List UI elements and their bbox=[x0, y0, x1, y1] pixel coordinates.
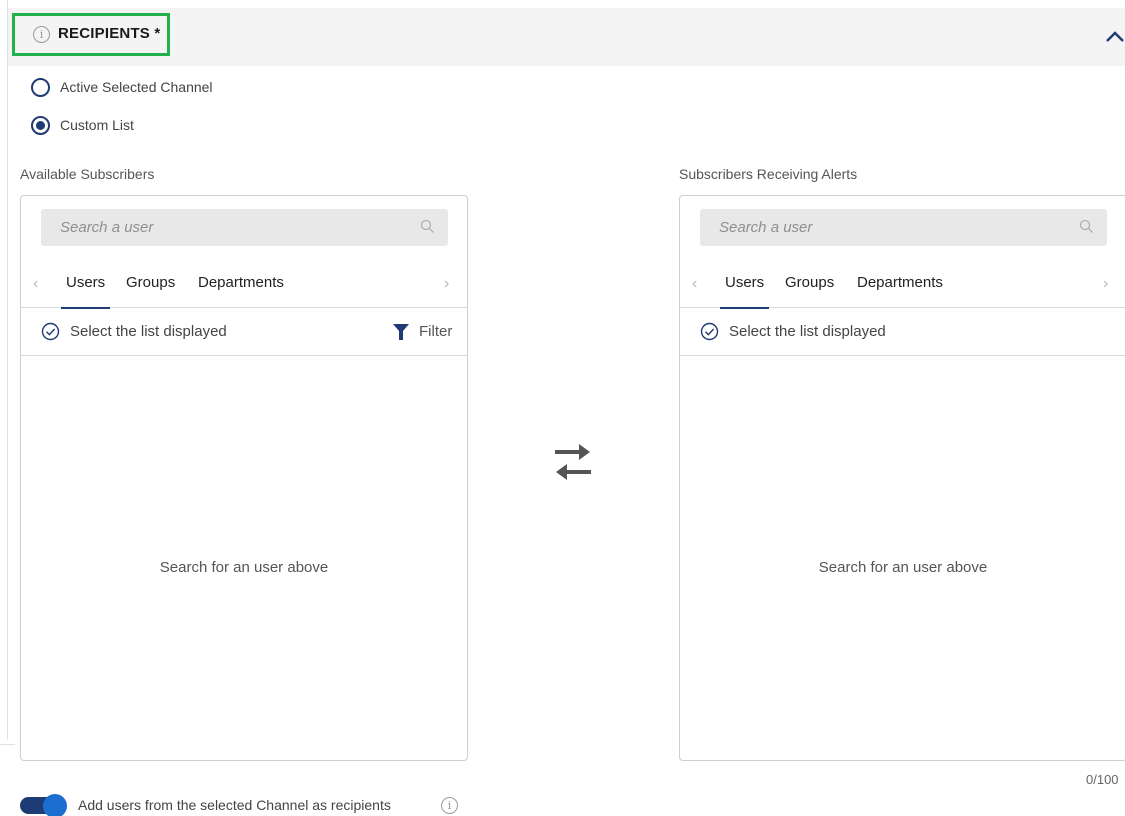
select-list-row: Select the list displayed Filter bbox=[21, 308, 467, 356]
info-icon[interactable]: i bbox=[441, 797, 458, 814]
search-icon[interactable] bbox=[1079, 219, 1094, 234]
add-from-channel-label: Add users from the selected Channel as r… bbox=[78, 797, 391, 813]
tab-groups[interactable]: Groups bbox=[126, 259, 175, 308]
search-icon[interactable] bbox=[420, 219, 435, 234]
section-header[interactable] bbox=[8, 8, 1125, 66]
check-circle-icon[interactable] bbox=[41, 322, 60, 341]
radio-button[interactable] bbox=[31, 77, 50, 97]
tab-departments[interactable]: Departments bbox=[198, 259, 284, 308]
tab-departments[interactable]: Departments bbox=[857, 259, 943, 308]
chevron-left-icon[interactable]: ‹ bbox=[33, 275, 47, 292]
recipients-section: i RECIPIENTS * Active Selected Channel C… bbox=[0, 0, 1125, 816]
select-list-row: Select the list displayed bbox=[680, 308, 1125, 356]
empty-state-message: Search for an user above bbox=[818, 559, 988, 576]
tab-bar: ‹ Users Groups Departments › bbox=[21, 259, 467, 309]
chevron-right-icon[interactable]: › bbox=[1103, 275, 1117, 292]
info-icon[interactable]: i bbox=[33, 26, 50, 43]
search-box[interactable] bbox=[41, 209, 448, 246]
chevron-up-icon[interactable] bbox=[1105, 29, 1125, 43]
filter-button[interactable]: Filter bbox=[419, 323, 452, 340]
swap-arrows-icon[interactable] bbox=[553, 441, 593, 483]
empty-state-message: Search for an user above bbox=[159, 559, 329, 576]
select-list-displayed[interactable]: Select the list displayed bbox=[70, 323, 227, 340]
check-circle-icon[interactable] bbox=[700, 322, 719, 341]
available-subscribers-panel: ‹ Users Groups Departments › Select the … bbox=[20, 195, 468, 761]
left-divider bbox=[7, 0, 8, 740]
toggle-knob bbox=[43, 794, 67, 816]
filter-icon[interactable] bbox=[393, 324, 409, 340]
add-from-channel-toggle[interactable] bbox=[20, 794, 70, 816]
radio-button[interactable] bbox=[31, 115, 50, 135]
recipient-counter: 0/100 bbox=[1086, 772, 1119, 787]
chevron-right-icon[interactable]: › bbox=[444, 275, 458, 292]
chevron-left-icon[interactable]: ‹ bbox=[692, 275, 706, 292]
select-list-displayed[interactable]: Select the list displayed bbox=[729, 323, 886, 340]
tab-users[interactable]: Users bbox=[719, 259, 770, 309]
tab-bar: ‹ Users Groups Departments › bbox=[680, 259, 1125, 309]
radio-custom-list[interactable]: Custom List bbox=[31, 115, 134, 135]
tab-users[interactable]: Users bbox=[60, 259, 111, 309]
receiving-alerts-panel: ‹ Users Groups Departments › Select the … bbox=[679, 195, 1125, 761]
footer-divider bbox=[0, 744, 15, 745]
search-input[interactable] bbox=[700, 209, 1107, 246]
radio-label: Custom List bbox=[60, 117, 134, 133]
section-title: RECIPIENTS * bbox=[58, 25, 161, 42]
radio-active-selected-channel[interactable]: Active Selected Channel bbox=[31, 77, 213, 97]
search-box[interactable] bbox=[700, 209, 1107, 246]
tab-groups[interactable]: Groups bbox=[785, 259, 834, 308]
available-subscribers-title: Available Subscribers bbox=[20, 166, 155, 182]
receiving-alerts-title: Subscribers Receiving Alerts bbox=[679, 166, 858, 182]
search-input[interactable] bbox=[41, 209, 448, 246]
radio-label: Active Selected Channel bbox=[60, 79, 213, 95]
